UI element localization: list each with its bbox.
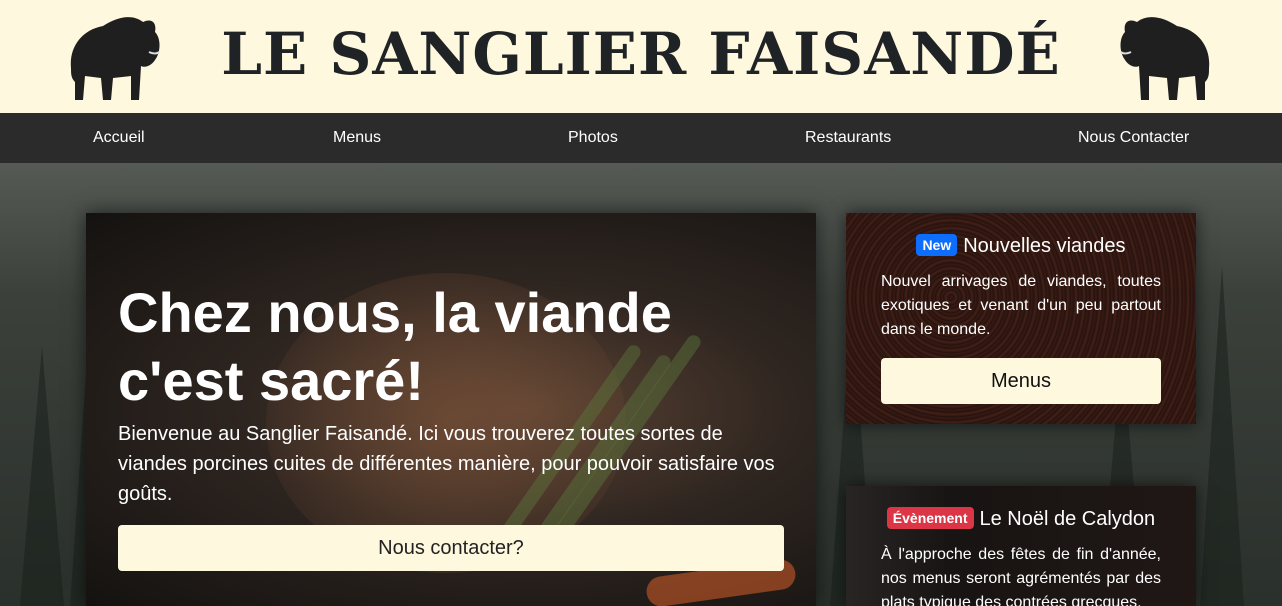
- nav-item-menus[interactable]: Menus: [333, 113, 381, 163]
- hero-text: Bienvenue au Sanglier Faisandé. Ici vous…: [118, 423, 775, 505]
- event-badge: Évènement: [886, 507, 974, 529]
- news-card: New Nouvelles viandes Nouvel arrivages de…: [846, 213, 1196, 424]
- nav-item-photos[interactable]: Photos: [568, 113, 618, 163]
- main-nav: Accueil Menus Photos Restaurants Nous Co…: [0, 113, 1282, 163]
- event-card: Évènement Le Noël de Calydon À l'approche…: [846, 486, 1196, 606]
- hero-title: Chez nous, la viande c'est sacré!: [118, 281, 672, 412]
- hero-card: Chez nous, la viande c'est sacré! Bienve…: [86, 213, 816, 606]
- contact-button[interactable]: Nous contacter?: [118, 525, 784, 571]
- card-header: New Nouvelles viandes: [846, 234, 1196, 258]
- card-text: À l'approche des fêtes de fin d'année, n…: [881, 546, 1161, 606]
- nav-item-contact[interactable]: Nous Contacter: [1078, 113, 1189, 163]
- card-header: Évènement Le Noël de Calydon: [846, 507, 1196, 531]
- site-title[interactable]: LE SANGLIER FAISANDÉ: [0, 14, 1282, 94]
- card-title: Le Noël de Calydon: [979, 508, 1156, 530]
- boar-icon: [1120, 17, 1210, 100]
- card-text: Nouvel arrivages de viandes, toutes exot…: [881, 273, 1161, 338]
- site-header: LE SANGLIER FAISANDÉ: [0, 0, 1282, 113]
- nav-item-restaurants[interactable]: Restaurants: [805, 113, 891, 163]
- new-badge: New: [916, 234, 958, 256]
- menus-button[interactable]: Menus: [881, 358, 1161, 404]
- card-title: Nouvelles viandes: [963, 235, 1126, 257]
- nav-item-accueil[interactable]: Accueil: [93, 113, 145, 163]
